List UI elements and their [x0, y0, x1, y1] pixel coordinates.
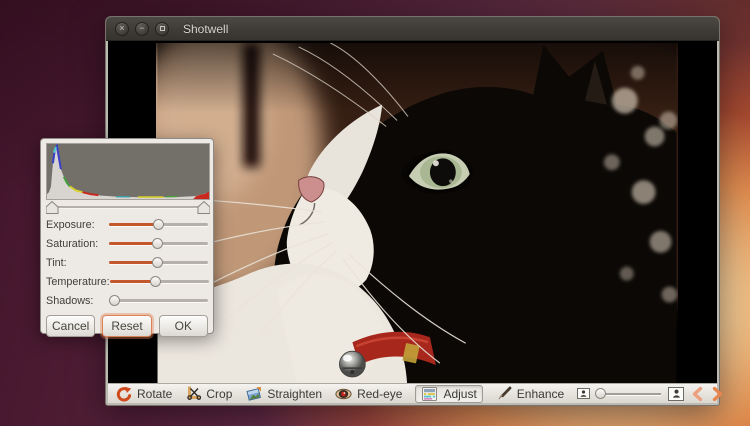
histogram [46, 143, 210, 200]
tint-slider-fill [109, 261, 158, 264]
straighten-icon [246, 386, 262, 401]
range-handle-right[interactable] [197, 201, 210, 214]
dialog-buttons: Cancel Reset OK [46, 315, 208, 337]
tint-label: Tint: [46, 256, 67, 269]
shadows-row: Shadows: [46, 291, 208, 310]
maximize-icon[interactable] [155, 21, 169, 36]
temperature-label: Temperature: [46, 275, 110, 288]
chevron-left-icon [692, 386, 703, 401]
saturation-label: Saturation: [46, 237, 99, 250]
exposure-slider-fill [109, 223, 159, 226]
tint-row: Tint: [46, 253, 208, 272]
tint-slider[interactable] [109, 256, 208, 269]
zoom-slider-track[interactable] [597, 392, 662, 395]
saturation-slider-fill [109, 242, 158, 245]
crop-icon [187, 386, 202, 400]
zoom-control [577, 386, 724, 402]
enhance-icon [498, 386, 512, 400]
chevron-right-icon [712, 386, 723, 401]
zoom-slider-thumb[interactable] [595, 387, 607, 399]
crop-label: Crop [206, 386, 233, 401]
previous-photo-button[interactable] [691, 386, 704, 402]
reset-button[interactable]: Reset [102, 315, 152, 337]
temperature-slider[interactable] [109, 275, 209, 288]
red-eye-label: Red-eye [357, 386, 403, 401]
enhance-label: Enhance [516, 386, 565, 401]
adjust-label: Adjust [443, 386, 477, 401]
straighten-button[interactable]: Straighten [245, 386, 322, 402]
window-title: Shotwell [183, 21, 229, 36]
exposure-slider-thumb[interactable] [152, 219, 164, 230]
adjust-icon [422, 386, 438, 401]
rotate-label: Rotate [137, 386, 173, 401]
straighten-label: Straighten [267, 386, 323, 401]
shadows-slider-track[interactable] [109, 299, 208, 302]
temperature-slider-thumb[interactable] [150, 276, 162, 287]
enhance-button[interactable]: Enhance [496, 386, 564, 401]
zoom-in-photo-icon[interactable] [668, 386, 685, 401]
saturation-row: Saturation: [46, 234, 208, 253]
exposure-slider[interactable] [109, 218, 208, 231]
desktop-wallpaper: × − Shotwell Rotate Crop Straighten Red-… [0, 0, 750, 426]
minimize-icon[interactable]: − [135, 21, 149, 36]
editing-toolbar: Rotate Crop Straighten Red-eye Adjust En… [108, 383, 723, 403]
adjust-button[interactable]: Adjust [415, 384, 483, 403]
ok-button[interactable]: OK [158, 315, 208, 337]
shadows-slider-thumb[interactable] [108, 295, 120, 306]
saturation-slider-thumb[interactable] [151, 238, 163, 249]
cat-photo [156, 43, 678, 383]
saturation-slider[interactable] [109, 237, 208, 250]
titlebar[interactable]: × − Shotwell [106, 17, 719, 41]
exposure-label: Exposure: [46, 218, 95, 231]
close-icon[interactable]: × [115, 21, 129, 36]
rotate-button[interactable]: Rotate [116, 386, 172, 402]
red-eye-icon [335, 388, 352, 399]
exposure-row: Exposure: [46, 215, 208, 234]
temperature-row: Temperature: [46, 272, 209, 291]
shadows-slider[interactable] [108, 294, 208, 307]
crop-button[interactable]: Crop [185, 386, 232, 401]
zoom-out-photo-icon[interactable] [577, 388, 591, 399]
cancel-button[interactable]: Cancel [46, 315, 96, 337]
range-handle-left[interactable] [46, 201, 59, 214]
zoom-slider[interactable] [595, 387, 662, 400]
shadows-label: Shadows: [46, 294, 94, 307]
adjust-dialog: Exposure: Saturation: Tint: Temperature:… [40, 138, 214, 337]
tint-slider-thumb[interactable] [151, 257, 163, 268]
next-photo-button[interactable] [711, 386, 724, 402]
histogram-range-slider[interactable] [46, 201, 210, 215]
rotate-icon [116, 386, 132, 402]
red-eye-button[interactable]: Red-eye [335, 386, 402, 402]
